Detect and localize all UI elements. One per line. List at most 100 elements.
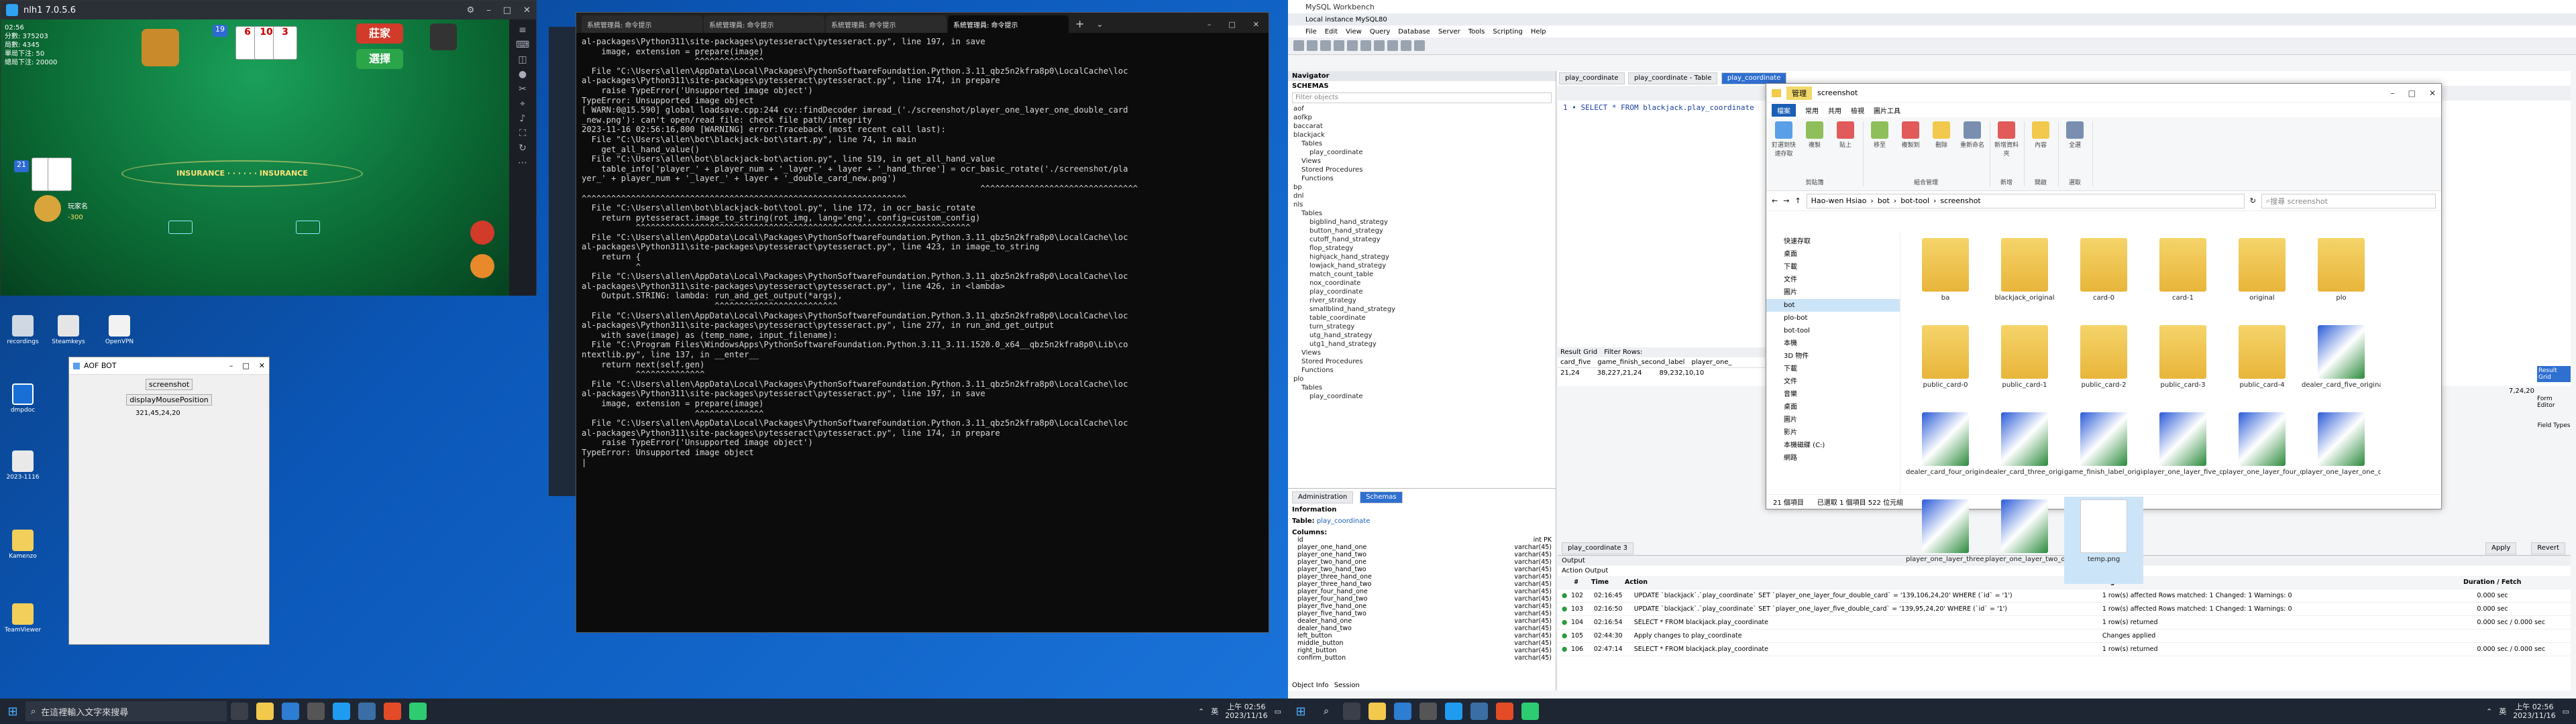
refresh-icon[interactable]: ↻: [2250, 196, 2256, 205]
blackjack-table[interactable]: 02:56 分數: 375203 局數: 4345 單局下注: 50 總局下注:…: [1, 19, 511, 296]
nav-item[interactable]: 快速存取: [1766, 235, 1900, 248]
maximize-icon[interactable]: □: [2408, 88, 2416, 98]
chrome-icon[interactable]: [384, 703, 401, 720]
volume-icon[interactable]: ♪: [520, 113, 526, 124]
tree-item[interactable]: Tables: [1293, 139, 1556, 148]
close-icon[interactable]: ✕: [259, 361, 265, 370]
tree-item[interactable]: Views: [1293, 349, 1556, 357]
terminal-tab[interactable]: 系統管理員: 命令提示: [826, 15, 947, 33]
menu-file[interactable]: File: [1305, 28, 1317, 36]
tree-item[interactable]: smallblind_hand_strategy: [1293, 305, 1556, 314]
tree-item[interactable]: Tables: [1293, 383, 1556, 392]
minimize-icon[interactable]: –: [486, 5, 491, 15]
chat-icon[interactable]: [470, 254, 494, 278]
clock[interactable]: 上午 02:56 2023/11/16: [1225, 703, 1267, 720]
close-icon[interactable]: ✕: [523, 5, 531, 15]
tree-item[interactable]: dnl: [1293, 192, 1556, 200]
taskbar-search[interactable]: ⌕ 在這裡輸入文字來搜尋: [25, 701, 227, 721]
rotate-icon[interactable]: ↻: [519, 143, 527, 154]
tree-item[interactable]: blackjack: [1293, 131, 1556, 139]
minimize-icon[interactable]: –: [229, 361, 233, 370]
nav-item[interactable]: 本機磁碟 (C:): [1766, 439, 1900, 452]
maximize-icon[interactable]: □: [503, 5, 511, 15]
output-row[interactable]: ● 102 02:16:45 UPDATE `blackjack`.`play_coo…: [1558, 589, 2571, 603]
fullscreen-icon[interactable]: ⛶: [519, 128, 526, 139]
tab-schemas[interactable]: Schemas: [1360, 491, 1403, 503]
tab-object-info[interactable]: Object Info: [1292, 682, 1329, 689]
tree-item[interactable]: utg1_hand_strategy: [1293, 340, 1556, 349]
tree-item[interactable]: match_count_table: [1293, 270, 1556, 279]
tab-administration[interactable]: Administration: [1292, 491, 1354, 503]
mic-icon[interactable]: [470, 221, 494, 245]
schema-icon[interactable]: [1334, 40, 1344, 51]
folder-item[interactable]: public_card-2: [2064, 322, 2143, 410]
chevron-down-icon[interactable]: ⌄: [1091, 19, 1108, 33]
record-icon[interactable]: ●: [519, 69, 527, 80]
display-mouse-position-button[interactable]: displayMousePosition: [126, 394, 212, 406]
tree-item[interactable]: nls: [1293, 200, 1556, 209]
tab-file[interactable]: 檔案: [1772, 103, 1796, 117]
tree-item[interactable]: bigblind_hand_strategy: [1293, 218, 1556, 227]
menu-view[interactable]: View: [1346, 28, 1362, 36]
notification-icon[interactable]: ▭: [2563, 707, 2569, 716]
nav-item[interactable]: 下載: [1766, 363, 1900, 375]
tree-item[interactable]: nox_coordinate: [1293, 279, 1556, 288]
keyboard-icon[interactable]: ⌨: [516, 40, 529, 50]
back-icon[interactable]: ←: [1772, 196, 1778, 205]
tab-picture-tools[interactable]: 圖片工具: [1874, 105, 1900, 115]
nav-item[interactable]: 網路: [1766, 452, 1900, 465]
file-explorer-icon[interactable]: [1368, 703, 1386, 720]
procedure-icon[interactable]: [1374, 40, 1385, 51]
folder-item[interactable]: public_card-1: [1985, 322, 2064, 410]
edge-icon[interactable]: [282, 703, 299, 720]
terminal-tab[interactable]: 系統管理員: 命令提示: [582, 15, 702, 33]
nav-item[interactable]: 文件: [1766, 274, 1900, 286]
notification-icon[interactable]: ▭: [1275, 707, 1281, 716]
folder-item[interactable]: public_card-4: [2222, 322, 2302, 410]
desktop-icon[interactable]: dmpdoc: [4, 383, 42, 414]
nav-item[interactable]: 3D 物件: [1766, 350, 1900, 363]
output-row[interactable]: ● 103 02:16:50 UPDATE `blackjack`.`play_coo…: [1558, 603, 2571, 616]
ribbon-button[interactable]: 新增資料夾: [1993, 121, 2020, 158]
apply-button[interactable]: Apply: [2485, 542, 2517, 554]
result-tab[interactable]: play_coordinate 3: [1562, 542, 1634, 554]
nav-item[interactable]: 圖片: [1766, 286, 1900, 299]
seat-marker[interactable]: [296, 221, 320, 234]
location-icon[interactable]: ⌖: [520, 99, 525, 109]
language-indicator[interactable]: 英: [2499, 706, 2506, 717]
screenshot-icon[interactable]: ✂: [519, 84, 527, 95]
chevron-up-icon[interactable]: ⌃: [2486, 707, 2492, 716]
settings-icon[interactable]: ⚙: [467, 5, 475, 15]
nav-item[interactable]: 本機: [1766, 337, 1900, 350]
function-icon[interactable]: [1387, 40, 1398, 51]
output-row[interactable]: ● 106 02:47:14 SELECT * FROM blackjack.play…: [1558, 643, 2571, 656]
editor-tab[interactable]: play_coordinate - Table: [1628, 72, 1718, 84]
folder-item[interactable]: blackjack_original: [1985, 235, 2064, 322]
tree-item[interactable]: Stored Procedures: [1293, 166, 1556, 174]
terminal-icon[interactable]: [1419, 703, 1437, 720]
nav-item[interactable]: 桌面: [1766, 248, 1900, 261]
choose-button[interactable]: 選擇: [356, 49, 403, 69]
ribbon-button[interactable]: 重新命名: [1959, 121, 1986, 149]
folder-item[interactable]: card-1: [2143, 235, 2222, 322]
menu-scripting[interactable]: Scripting: [1493, 28, 1522, 36]
menu-query[interactable]: Query: [1370, 28, 1390, 36]
vscode-icon[interactable]: [1445, 703, 1462, 720]
tree-item[interactable]: table_coordinate: [1293, 314, 1556, 322]
editor-tab[interactable]: play_coordinate: [1559, 72, 1625, 84]
tree-item[interactable]: bp: [1293, 183, 1556, 192]
tree-item[interactable]: river_strategy: [1293, 296, 1556, 305]
ribbon-button[interactable]: 複製到: [1897, 121, 1924, 149]
new-tab-icon[interactable]: +: [1070, 17, 1089, 33]
tree-item[interactable]: aofkp: [1293, 113, 1556, 122]
tree-item[interactable]: Functions: [1293, 174, 1556, 183]
maximize-icon[interactable]: □: [1228, 20, 1235, 29]
tree-item[interactable]: baccarat: [1293, 122, 1556, 131]
clock[interactable]: 上午 02:56 2023/11/16: [2513, 703, 2555, 720]
maximize-icon[interactable]: □: [242, 361, 249, 370]
table-row[interactable]: 21,24 38,227,21,24 89,232,10,10: [1558, 368, 1772, 378]
nav-item[interactable]: bot: [1766, 299, 1900, 312]
close-icon[interactable]: ✕: [1253, 20, 1259, 29]
desktop-icon[interactable]: 2023-1116: [4, 450, 42, 481]
menu-edit[interactable]: Edit: [1325, 28, 1338, 36]
